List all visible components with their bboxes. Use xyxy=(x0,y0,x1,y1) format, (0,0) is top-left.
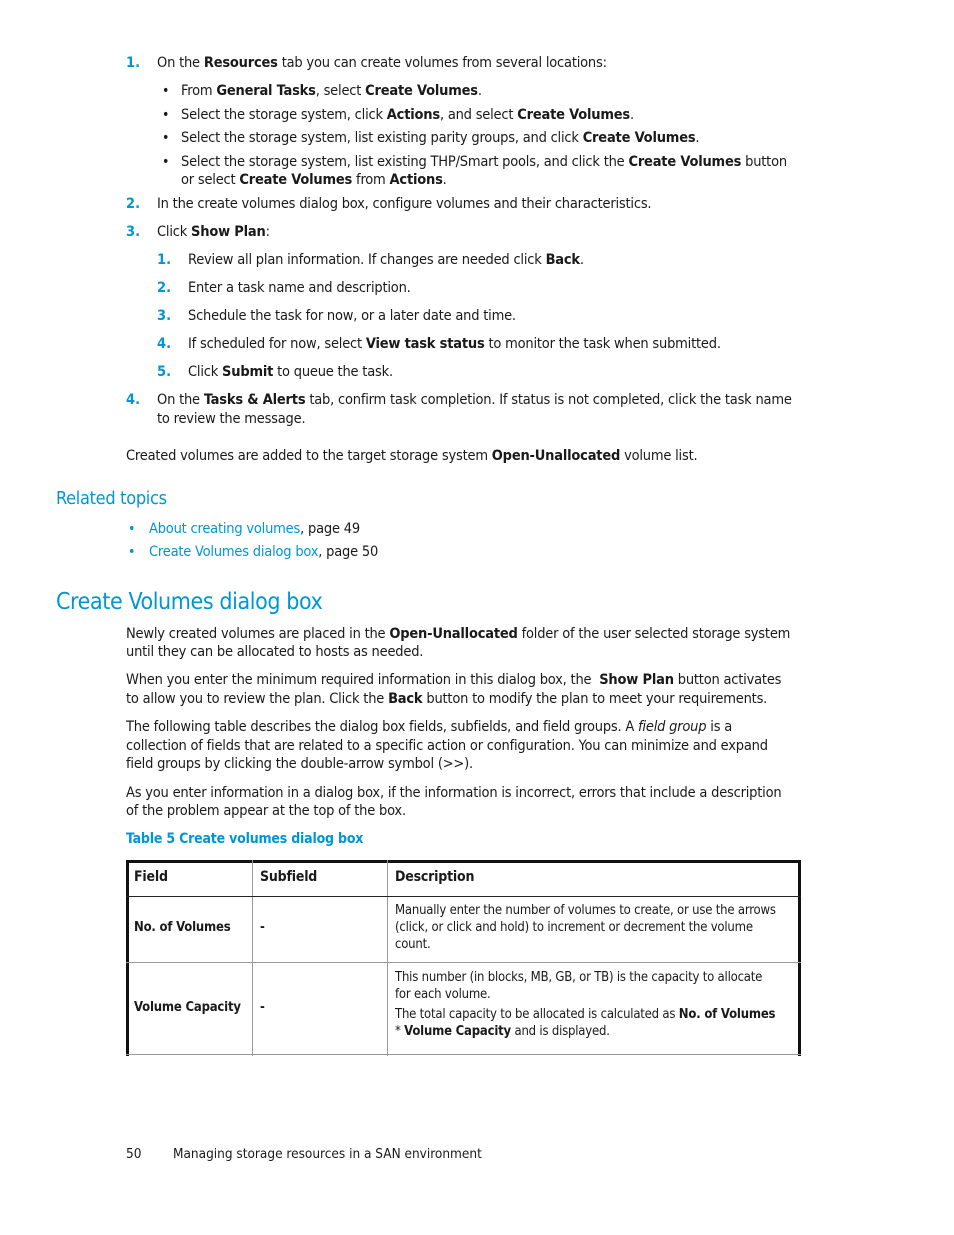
paragraph-line: The following table describes the dialog… xyxy=(126,719,733,735)
table-cell-subfield: - xyxy=(260,1000,265,1015)
paragraph-line: collection of fields that are related to… xyxy=(126,738,768,754)
table-border xyxy=(126,860,129,1056)
table-border xyxy=(126,860,801,863)
bullet-text: Select the storage system, click Actions… xyxy=(181,107,634,123)
substep-number: 4. xyxy=(157,336,172,352)
substep-text: Click Submit to queue the task. xyxy=(188,364,393,380)
paragraph-line: field groups by clicking the double-arro… xyxy=(126,756,473,772)
step-text: Click Show Plan: xyxy=(157,224,270,240)
related-item: Create Volumes dialog box, page 50 xyxy=(149,544,379,560)
paragraph-line: When you enter the minimum required info… xyxy=(126,672,782,688)
step-text: On the Resources tab you can create volu… xyxy=(157,55,607,71)
section-title: Create Volumes dialog box xyxy=(56,589,323,615)
fields-table: Field Subfield Description No. of Volume… xyxy=(126,860,801,1056)
substep-text: Enter a task name and description. xyxy=(188,280,411,296)
column-header-field: Field xyxy=(134,869,168,885)
table-cell-subfield: - xyxy=(260,920,265,935)
table-cell-description: Manually enter the number of volumes to … xyxy=(395,903,776,952)
paragraph-line: As you enter information in a dialog box… xyxy=(126,785,782,801)
table-divider xyxy=(387,860,388,1056)
step-text: On the Tasks & Alerts tab, confirm task … xyxy=(157,392,792,408)
related-link-about-creating-volumes[interactable]: About creating volumes xyxy=(149,521,300,537)
bullet-icon: • xyxy=(162,107,170,123)
bullet-text: Select the storage system, list existing… xyxy=(181,154,787,170)
substep-number: 2. xyxy=(157,280,172,296)
table-cell-field: No. of Volumes xyxy=(134,920,231,935)
paragraph-line: Newly created volumes are placed in the … xyxy=(126,626,791,642)
substep-number: 5. xyxy=(157,364,172,380)
substep-text: Schedule the task for now, or a later da… xyxy=(188,308,516,324)
step-text: In the create volumes dialog box, config… xyxy=(157,196,652,212)
substep-number: 3. xyxy=(157,308,172,324)
table-divider xyxy=(252,860,253,1056)
step-number: 3. xyxy=(126,224,141,240)
bullet-icon: • xyxy=(162,83,170,99)
created-note: Created volumes are added to the target … xyxy=(126,448,698,464)
step-text-cont: to review the message. xyxy=(157,411,306,427)
paragraph-line: to allow you to review the plan. Click t… xyxy=(126,691,768,707)
bullet-icon: • xyxy=(128,544,136,560)
bullet-text-cont: or select Create Volumes from Actions. xyxy=(181,172,447,188)
paragraph-line: of the problem appear at the top of the … xyxy=(126,803,406,819)
chapter-title: Managing storage resources in a SAN envi… xyxy=(173,1146,482,1162)
table-divider xyxy=(126,962,801,963)
substep-text: If scheduled for now, select View task s… xyxy=(188,336,721,352)
step-number: 1. xyxy=(126,55,141,71)
bullet-icon: • xyxy=(162,130,170,146)
paragraph-line: until they can be allocated to hosts as … xyxy=(126,644,424,660)
bullet-icon: • xyxy=(162,154,170,170)
substep-number: 1. xyxy=(157,252,172,268)
bullet-text: Select the storage system, list existing… xyxy=(181,130,700,146)
table-divider xyxy=(126,1054,801,1055)
column-header-description: Description xyxy=(395,869,475,885)
page-number: 50 xyxy=(126,1146,142,1162)
step-number: 4. xyxy=(126,392,141,408)
bullet-text: From General Tasks, select Create Volume… xyxy=(181,83,482,99)
table-cell-description: This number (in blocks, MB, GB, or TB) i… xyxy=(395,970,776,1039)
column-header-subfield: Subfield xyxy=(260,869,318,885)
bullet-icon: • xyxy=(128,521,136,537)
document-page: 1. On the Resources tab you can create v… xyxy=(0,0,954,1235)
related-item: About creating volumes, page 49 xyxy=(149,521,360,537)
table-divider xyxy=(126,896,801,897)
table-border xyxy=(798,860,801,1056)
related-topics-heading: Related topics xyxy=(56,488,167,509)
related-link-create-volumes-dialog-box[interactable]: Create Volumes dialog box xyxy=(149,544,318,560)
substep-text: Review all plan information. If changes … xyxy=(188,252,584,268)
table-cell-field: Volume Capacity xyxy=(134,1000,241,1015)
table-caption: Table 5 Create volumes dialog box xyxy=(126,831,364,847)
step-number: 2. xyxy=(126,196,141,212)
